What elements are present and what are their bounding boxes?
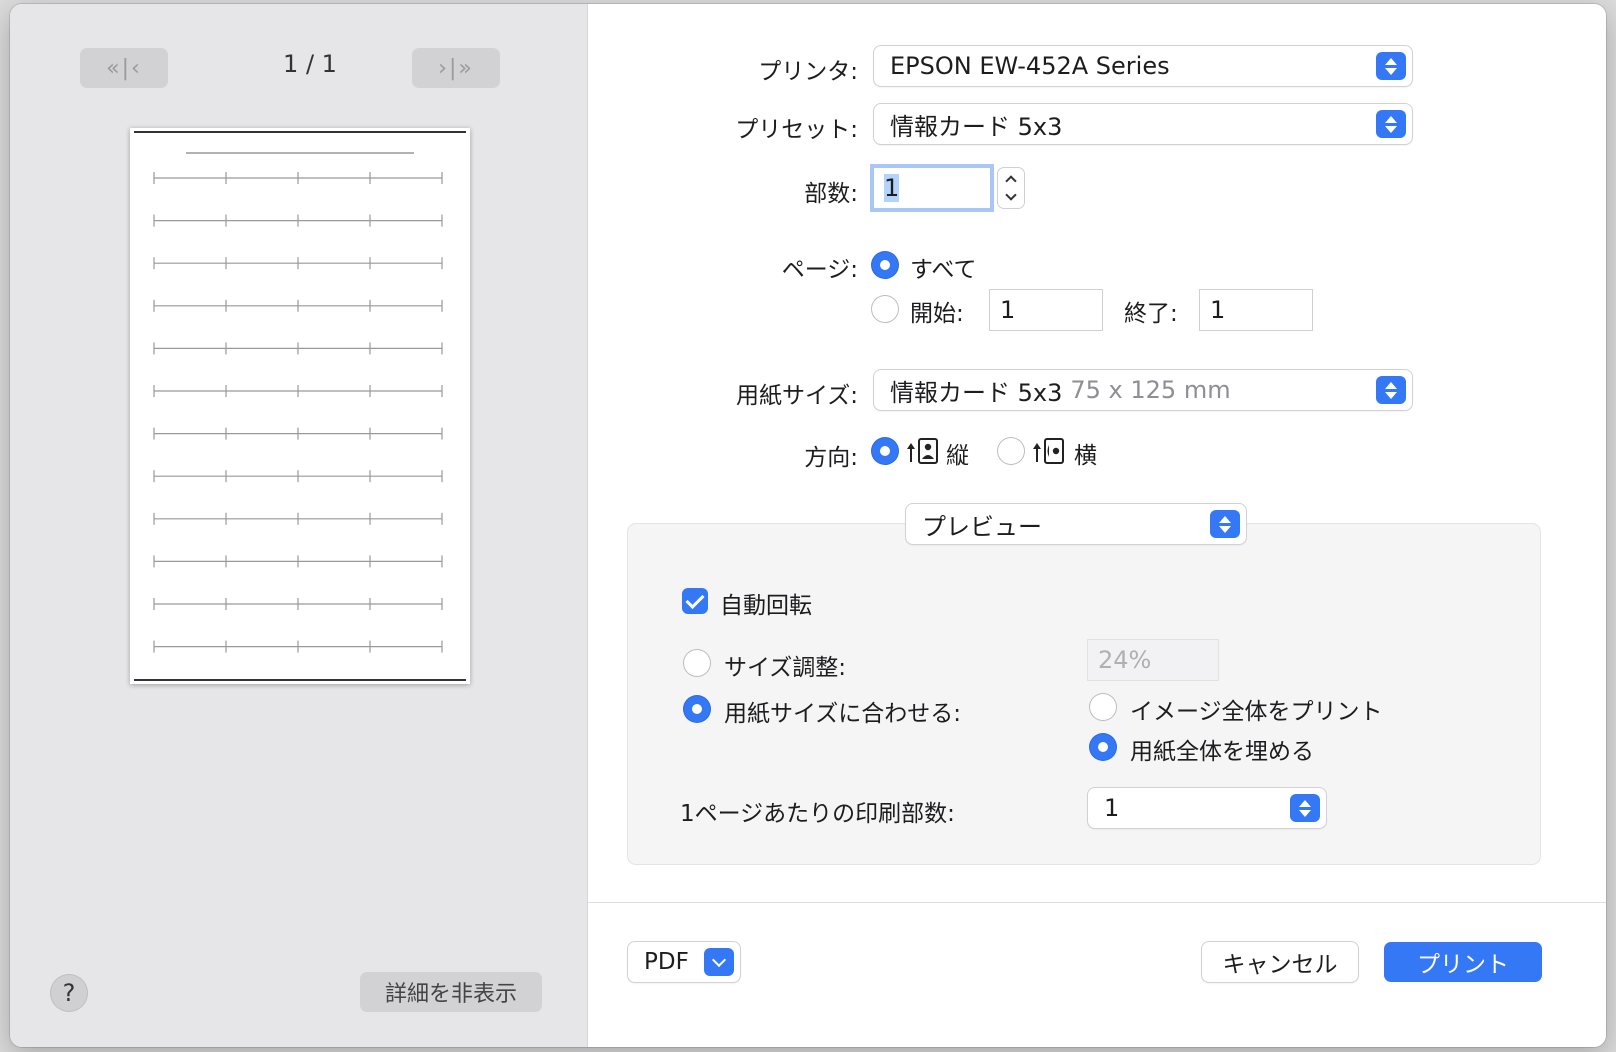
paper-size-label: 用紙サイズ: bbox=[735, 383, 858, 409]
preview-pane: «|‹ 1 / 1 ›|» ? 詳細を非表示 bbox=[10, 4, 588, 1047]
pages-from-input[interactable]: 1 bbox=[990, 290, 1102, 330]
popup-arrows-icon bbox=[1376, 376, 1406, 404]
double-chevron-left-icon: «|‹ bbox=[106, 55, 142, 81]
pages-to-value: 1 bbox=[1210, 296, 1226, 324]
pdf-menu-button[interactable]: PDF bbox=[628, 942, 740, 982]
settings-pane: プリンタ: EPSON EW-452A Series プリセット: 情報カード … bbox=[588, 4, 1606, 1047]
portrait-orientation-icon bbox=[907, 438, 938, 464]
landscape-orientation-icon bbox=[1033, 438, 1064, 464]
scale-radio[interactable] bbox=[684, 650, 710, 676]
scale-input[interactable]: 24% bbox=[1088, 640, 1218, 680]
pages-label: ページ: bbox=[781, 257, 858, 283]
double-chevron-right-icon: ›|» bbox=[438, 55, 474, 81]
auto-rotate-checkbox[interactable] bbox=[682, 588, 708, 614]
pages-from-value: 1 bbox=[1000, 296, 1016, 324]
hide-details-button[interactable]: 詳細を非表示 bbox=[360, 972, 542, 1012]
help-button[interactable]: ? bbox=[50, 974, 88, 1012]
pages-from-label: 開始: bbox=[910, 301, 964, 327]
pages-to-label: 終了: bbox=[1124, 301, 1178, 327]
pages-all-radio[interactable] bbox=[872, 252, 898, 278]
cancel-button[interactable]: キャンセル bbox=[1202, 942, 1358, 982]
scale-value: 24% bbox=[1098, 646, 1152, 674]
fit-to-paper-radio[interactable] bbox=[684, 696, 710, 722]
copies-input[interactable]: 1 bbox=[874, 168, 990, 208]
popup-arrows-icon bbox=[1376, 52, 1406, 80]
preset-select[interactable]: 情報カード 5x3 bbox=[874, 104, 1412, 144]
copies-stepper[interactable] bbox=[998, 168, 1024, 208]
popup-arrows-icon bbox=[1210, 510, 1240, 538]
orientation-label: 方向: bbox=[804, 445, 858, 471]
scale-label: サイズ調整: bbox=[724, 655, 847, 681]
print-button[interactable]: プリント bbox=[1384, 942, 1542, 982]
page-preview-thumbnail bbox=[130, 128, 470, 684]
chevron-up-icon bbox=[1005, 175, 1017, 187]
print-entire-image-label: イメージ全体をプリント bbox=[1130, 699, 1383, 725]
pages-per-sheet-label: 1ページあたりの印刷部数: bbox=[680, 801, 955, 827]
pages-range-radio[interactable] bbox=[872, 296, 898, 322]
popup-arrows-icon bbox=[1290, 794, 1320, 822]
section-select[interactable]: プレビュー bbox=[906, 504, 1246, 544]
chevron-down-icon bbox=[704, 948, 734, 976]
pages-per-sheet-value: 1 bbox=[1104, 794, 1120, 822]
printer-select[interactable]: EPSON EW-452A Series bbox=[874, 46, 1412, 86]
question-mark-icon: ? bbox=[62, 979, 76, 1007]
section-select-value: プレビュー bbox=[922, 512, 1042, 541]
pages-to-input[interactable]: 1 bbox=[1200, 290, 1312, 330]
fit-to-paper-label: 用紙サイズに合わせる: bbox=[724, 701, 962, 727]
first-prev-page-button[interactable]: «|‹ bbox=[80, 48, 168, 88]
chevron-down-icon bbox=[1005, 189, 1017, 201]
paper-size-dimension: 75 x 125 mm bbox=[1070, 376, 1231, 404]
page-indicator: 1 / 1 bbox=[283, 50, 337, 78]
orientation-portrait-label: 縦 bbox=[946, 443, 969, 469]
footer-divider bbox=[588, 902, 1606, 903]
paper-size-value: 情報カード 5x3 bbox=[890, 378, 1063, 407]
pages-per-sheet-select[interactable]: 1 bbox=[1088, 788, 1326, 828]
orientation-landscape-label: 横 bbox=[1074, 443, 1097, 469]
auto-rotate-label: 自動回転 bbox=[720, 593, 812, 619]
printer-label: プリンタ: bbox=[758, 59, 858, 85]
preset-label: プリセット: bbox=[735, 117, 858, 143]
preset-value: 情報カード 5x3 bbox=[890, 112, 1063, 141]
orientation-portrait-radio[interactable] bbox=[872, 438, 898, 464]
fill-entire-paper-label: 用紙全体を埋める bbox=[1130, 739, 1314, 765]
pdf-label: PDF bbox=[644, 949, 689, 975]
copies-label: 部数: bbox=[804, 181, 858, 207]
preview-options-section: 自動回転 サイズ調整: 24% 用紙サイズに合わせる: イメージ全体をプリント … bbox=[628, 524, 1540, 864]
copies-value: 1 bbox=[884, 174, 900, 202]
next-last-page-button[interactable]: ›|» bbox=[412, 48, 500, 88]
print-entire-image-radio[interactable] bbox=[1090, 694, 1116, 720]
paper-size-select[interactable]: 情報カード 5x3 75 x 125 mm bbox=[874, 370, 1412, 410]
popup-arrows-icon bbox=[1376, 110, 1406, 138]
page-preview-graphic bbox=[134, 131, 466, 681]
orientation-landscape-radio[interactable] bbox=[998, 438, 1024, 464]
fill-entire-paper-radio[interactable] bbox=[1090, 734, 1116, 760]
pages-all-label: すべて bbox=[910, 257, 977, 283]
printer-value: EPSON EW-452A Series bbox=[890, 52, 1170, 80]
print-dialog: «|‹ 1 / 1 ›|» ? 詳細を非表示 プリンタ: EPSON EW-45… bbox=[10, 4, 1606, 1047]
